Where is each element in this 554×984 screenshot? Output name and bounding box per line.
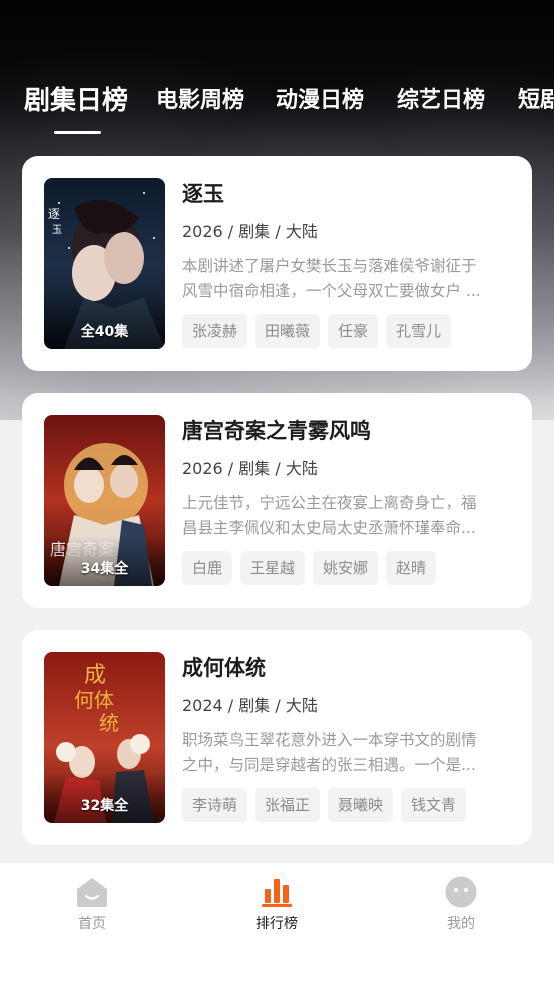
nav-mine-label: 我的 xyxy=(447,916,475,932)
drama-description: 本剧讲述了屠户女樊长玉与落难侯爷谢征于 风雪中宿命相逢，一个父母双亡要做女户 .… xyxy=(182,254,512,304)
drama-meta: 2026 / 剧集 / 大陆 xyxy=(182,222,318,241)
cast-tag[interactable]: 孔雪儿 xyxy=(386,314,452,348)
active-tab-indicator xyxy=(54,131,101,134)
svg-text:统: 统 xyxy=(99,711,119,735)
description-line: 昌县主李佩仪和太史局太史丞萧怀瑾奉命... xyxy=(182,519,476,537)
cast-tag[interactable]: 白鹿 xyxy=(182,551,233,585)
category-tabs: 剧集日榜 电影周榜 动漫日榜 综艺日榜 短剧 xyxy=(0,80,554,130)
tab-short-drama[interactable]: 短剧 xyxy=(518,80,554,122)
svg-text:玉: 玉 xyxy=(52,225,62,236)
svg-text:成: 成 xyxy=(84,663,106,688)
cast-tags: 李诗萌 张福正 聂曦映 钱文青 xyxy=(182,788,474,822)
nav-rank-label: 排行榜 xyxy=(256,916,298,932)
nav-home[interactable]: 首页 xyxy=(47,875,137,933)
cast-tags: 白鹿 王星越 姚安娜 赵晴 xyxy=(182,551,444,585)
poster-image[interactable]: 逐 玉 全40集 xyxy=(44,178,165,349)
tab-movie-weekly[interactable]: 电影周榜 xyxy=(156,80,244,122)
nav-mine[interactable]: 我的 xyxy=(416,875,506,933)
episode-badge: 全40集 xyxy=(80,324,129,340)
drama-title[interactable]: 唐宫奇案之青雾风鸣 xyxy=(182,415,371,447)
poster-image[interactable]: 成 何体 统 32集全 xyxy=(44,652,165,823)
cast-tag[interactable]: 任豪 xyxy=(328,314,379,348)
cast-tag[interactable]: 田曦薇 xyxy=(255,314,321,348)
poster-image[interactable]: 唐宫奇案 34集全 xyxy=(44,415,165,586)
ranking-card[interactable]: 唐宫奇案 34集全 唐宫奇案之青雾风鸣 2026 / 剧集 / 大陆 上元佳节，… xyxy=(22,393,532,608)
episode-badge: 34集全 xyxy=(80,561,129,577)
drama-title[interactable]: 成何体统 xyxy=(182,652,266,684)
episode-badge: 32集全 xyxy=(80,798,129,814)
drama-title[interactable]: 逐玉 xyxy=(182,178,224,210)
ranking-card[interactable]: 逐 玉 全40集 逐玉 2026 / 剧集 / 大陆 本剧讲述了屠户女樊长玉与落… xyxy=(22,156,532,371)
bottom-nav: 首页 排行榜 我的 xyxy=(0,862,554,984)
description-line: 本剧讲述了屠户女樊长玉与落难侯爷谢征于 xyxy=(182,257,477,275)
profile-face-icon xyxy=(445,876,477,908)
tab-anime-daily[interactable]: 动漫日榜 xyxy=(276,80,364,122)
tab-variety-daily[interactable]: 综艺日榜 xyxy=(397,80,485,122)
drama-meta: 2026 / 剧集 / 大陆 xyxy=(182,459,318,478)
svg-text:何体: 何体 xyxy=(74,688,114,712)
cast-tag[interactable]: 姚安娜 xyxy=(313,551,379,585)
nav-rank[interactable]: 排行榜 xyxy=(232,875,322,933)
cast-tag[interactable]: 钱文青 xyxy=(401,788,467,822)
description-line: 上元佳节，宁远公主在夜宴上离奇身亡，福 xyxy=(182,494,477,512)
cast-tag[interactable]: 李诗萌 xyxy=(182,788,248,822)
drama-meta: 2024 / 剧集 / 大陆 xyxy=(182,696,318,715)
nav-home-label: 首页 xyxy=(78,916,106,932)
cast-tag[interactable]: 张凌赫 xyxy=(182,314,248,348)
drama-description: 职场菜鸟王翠花意外进入一本穿书文的剧情 之中，与同是穿越者的张三相遇。一个是..… xyxy=(182,728,512,778)
ranking-card[interactable]: 成 何体 统 32集全 成何体统 2024 / 剧集 / 大陆 职场菜鸟王翠花意… xyxy=(22,630,532,845)
cast-tag[interactable]: 赵晴 xyxy=(386,551,437,585)
cast-tag[interactable]: 聂曦映 xyxy=(328,788,394,822)
cast-tags: 张凌赫 田曦薇 任豪 孔雪儿 xyxy=(182,314,459,348)
description-line: 之中，与同是穿越者的张三相遇。一个是... xyxy=(182,756,476,774)
cast-tag[interactable]: 王星越 xyxy=(240,551,306,585)
drama-description: 上元佳节，宁远公主在夜宴上离奇身亡，福 昌县主李佩仪和太史局太史丞萧怀瑾奉命..… xyxy=(182,491,512,541)
ranking-icon xyxy=(262,879,292,907)
cast-tag[interactable]: 张福正 xyxy=(255,788,321,822)
tab-series-daily[interactable]: 剧集日榜 xyxy=(24,80,128,122)
home-icon xyxy=(77,878,107,907)
description-line: 职场菜鸟王翠花意外进入一本穿书文的剧情 xyxy=(182,731,477,749)
svg-text:逐: 逐 xyxy=(48,207,60,221)
description-line: 风雪中宿命相逢，一个父母双亡要做女户 ... xyxy=(182,282,481,300)
